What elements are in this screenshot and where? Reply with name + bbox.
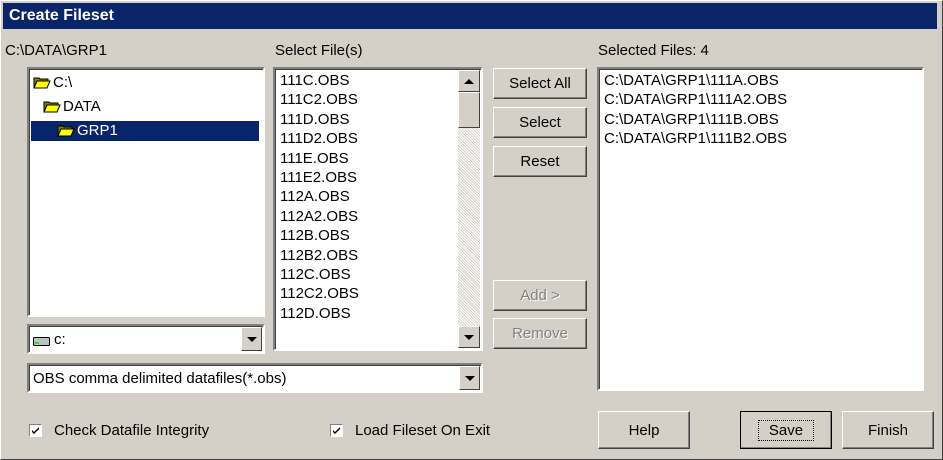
scroll-up-button[interactable] <box>458 70 480 92</box>
scroll-down-button[interactable] <box>458 326 480 348</box>
list-item[interactable]: 112B2.OBS <box>277 246 457 265</box>
chevron-down-icon <box>246 336 257 342</box>
select-button[interactable]: Select <box>493 107 587 138</box>
list-item[interactable]: 111D2.OBS <box>277 129 457 148</box>
tree-item-c-root[interactable]: C:\ <box>33 73 72 93</box>
load-on-exit-checkbox[interactable] <box>330 424 343 437</box>
chevron-down-icon <box>464 375 475 381</box>
arrow-down-icon <box>464 334 474 340</box>
check-integrity-label: Check Datafile Integrity <box>54 422 210 439</box>
list-item[interactable]: C:\DATA\GRP1\111B.OBS <box>601 110 920 129</box>
selected-files-listbox[interactable]: C:\DATA\GRP1\111A.OBS C:\DATA\GRP1\111A2… <box>597 67 924 391</box>
checkmark-icon <box>32 427 39 434</box>
load-on-exit-label: Load Fileset On Exit <box>355 422 491 439</box>
finish-button[interactable]: Finish <box>842 411 934 449</box>
directory-tree[interactable]: C:\ DATA GRP1 <box>27 67 265 317</box>
check-integrity-checkbox[interactable] <box>29 424 42 437</box>
list-item[interactable]: 111D.OBS <box>277 110 457 129</box>
tree-item-grp1[interactable]: GRP1 <box>31 121 259 141</box>
selected-list-items: C:\DATA\GRP1\111A.OBS C:\DATA\GRP1\111A2… <box>601 71 920 149</box>
list-item[interactable]: 112B.OBS <box>277 226 457 245</box>
checkmark-icon <box>333 427 340 434</box>
check-integrity-option[interactable]: Check Datafile Integrity <box>29 422 249 440</box>
list-item[interactable]: 112D.OBS <box>277 304 457 323</box>
list-item[interactable]: C:\DATA\GRP1\111A2.OBS <box>601 90 920 109</box>
tree-item-label: DATA <box>63 98 101 115</box>
select-files-label: Select File(s) <box>275 42 363 59</box>
folder-open-icon <box>43 100 61 114</box>
drive-dropdown-button[interactable] <box>241 327 262 351</box>
reset-button[interactable]: Reset <box>493 146 587 177</box>
current-path-label: C:\DATA\GRP1 <box>5 42 107 59</box>
list-item[interactable]: 112A2.OBS <box>277 207 457 226</box>
drive-icon <box>33 334 51 346</box>
tree-item-label: C:\ <box>53 74 73 91</box>
file-type-select[interactable]: OBS comma delimited datafiles(*.obs) <box>27 363 483 393</box>
list-item[interactable]: 111E2.OBS <box>277 168 457 187</box>
save-button-label: Save <box>757 419 815 441</box>
tree-item-label: GRP1 <box>77 122 118 139</box>
list-item[interactable]: 111C.OBS <box>277 71 457 90</box>
drive-value: c: <box>54 331 66 348</box>
load-on-exit-option[interactable]: Load Fileset On Exit <box>330 422 530 440</box>
drive-select[interactable]: c: <box>27 324 265 354</box>
tree-item-data[interactable]: DATA <box>43 97 101 117</box>
add-button[interactable]: Add > <box>493 280 587 311</box>
list-item[interactable]: 112C2.OBS <box>277 284 457 303</box>
list-item[interactable]: 112C.OBS <box>277 265 457 284</box>
list-item[interactable]: C:\DATA\GRP1\111B2.OBS <box>601 129 920 148</box>
folder-open-icon <box>33 76 51 90</box>
file-listbox[interactable]: 111C.OBS 111C2.OBS 111D.OBS 111D2.OBS 11… <box>273 67 483 351</box>
arrow-up-icon <box>464 78 474 84</box>
help-button[interactable]: Help <box>598 411 690 449</box>
list-item[interactable]: C:\DATA\GRP1\111A.OBS <box>601 71 920 90</box>
file-list-items: 111C.OBS 111C2.OBS 111D.OBS 111D2.OBS 11… <box>277 71 457 323</box>
list-item[interactable]: 111E.OBS <box>277 149 457 168</box>
scroll-thumb[interactable] <box>458 92 480 128</box>
save-button[interactable]: Save <box>740 411 832 449</box>
select-all-button[interactable]: Select All <box>493 68 587 99</box>
folder-open-icon <box>57 124 75 138</box>
file-type-dropdown-button[interactable] <box>459 366 480 390</box>
create-fileset-dialog: Create Fileset C:\DATA\GRP1 C:\ DATA GRP… <box>0 0 943 460</box>
dialog-title: Create Fileset <box>3 3 937 29</box>
file-type-value: OBS comma delimited datafiles(*.obs) <box>33 370 287 387</box>
list-item[interactable]: 111C2.OBS <box>277 90 457 109</box>
remove-button[interactable]: Remove <box>493 318 587 349</box>
selected-files-label: Selected Files: 4 <box>598 42 709 59</box>
list-item[interactable]: 112A.OBS <box>277 187 457 206</box>
